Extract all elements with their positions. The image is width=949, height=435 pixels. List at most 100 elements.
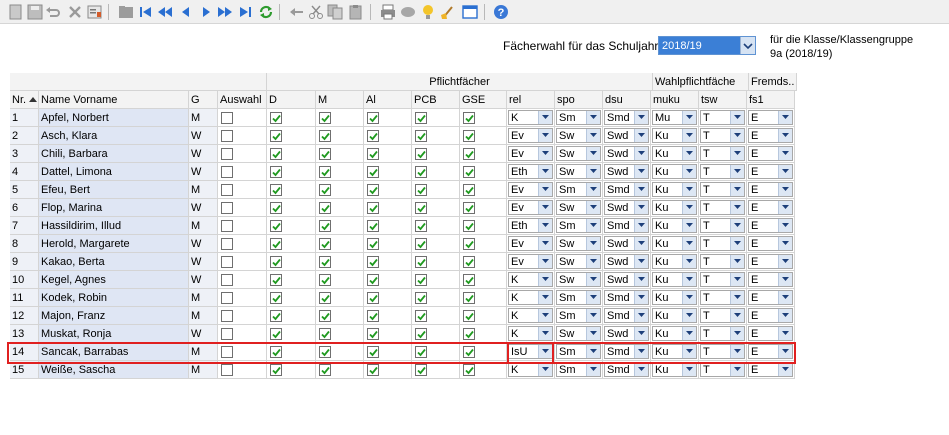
cell-muku[interactable]: Ku [651, 235, 699, 253]
chevron-down-icon[interactable] [586, 273, 600, 286]
checkbox-pcb[interactable] [415, 112, 427, 124]
cell-muku[interactable]: Ku [651, 325, 699, 343]
column-header-pcb[interactable]: PCB [412, 91, 460, 109]
select-dsu[interactable]: Swd [604, 236, 649, 251]
cell-auswahl[interactable] [218, 217, 267, 235]
select-fs1[interactable]: E [748, 164, 793, 179]
checkbox-m[interactable] [319, 184, 331, 196]
cell-spo[interactable]: Sm [555, 343, 603, 361]
chevron-down-icon[interactable] [730, 255, 744, 268]
select-fs1[interactable]: E [748, 290, 793, 305]
cell-tsw[interactable]: T [699, 145, 747, 163]
cell-m[interactable] [316, 145, 364, 163]
cell-dsu[interactable]: Swd [603, 127, 651, 145]
select-muku[interactable]: Ku [652, 362, 697, 377]
cell-auswahl[interactable] [218, 361, 267, 379]
chevron-down-icon[interactable] [634, 327, 648, 340]
chevron-down-icon[interactable] [778, 237, 792, 250]
checkbox-gse[interactable] [463, 274, 475, 286]
select-muku[interactable]: Ku [652, 200, 697, 215]
checkbox-pcb[interactable] [415, 256, 427, 268]
column-header-m[interactable]: M [316, 91, 364, 109]
cell-al[interactable] [364, 307, 412, 325]
chevron-down-icon[interactable] [682, 111, 696, 124]
checkbox-d[interactable] [270, 364, 282, 376]
cell-rel[interactable]: Eth [507, 163, 555, 181]
checkbox-al[interactable] [367, 130, 379, 142]
cell-gse[interactable] [460, 343, 507, 361]
chevron-down-icon[interactable] [682, 183, 696, 196]
cell-auswahl[interactable] [218, 199, 267, 217]
next-icon[interactable] [197, 3, 215, 21]
cell-m[interactable] [316, 343, 364, 361]
chevron-down-icon[interactable] [634, 309, 648, 322]
cell-rel[interactable]: K [507, 109, 555, 127]
checkbox-al[interactable] [367, 184, 379, 196]
column-header-auswahl[interactable]: Auswahl [218, 91, 267, 109]
column-header-fs1[interactable]: fs1 [747, 91, 795, 109]
chevron-down-icon[interactable] [778, 147, 792, 160]
cell-gse[interactable] [460, 361, 507, 379]
cut-icon[interactable] [307, 3, 325, 21]
checkbox-auswahl[interactable] [221, 256, 233, 268]
select-rel[interactable]: Eth [508, 164, 553, 179]
select-rel[interactable]: K [508, 110, 553, 125]
select-rel[interactable]: K [508, 362, 553, 377]
checkbox-gse[interactable] [463, 346, 475, 358]
checkbox-al[interactable] [367, 364, 379, 376]
chevron-down-icon[interactable] [730, 273, 744, 286]
cell-pcb[interactable] [412, 235, 460, 253]
chevron-down-icon[interactable] [778, 165, 792, 178]
checkbox-pcb[interactable] [415, 274, 427, 286]
cell-rel[interactable]: K [507, 271, 555, 289]
checkbox-pcb[interactable] [415, 328, 427, 340]
chevron-down-icon[interactable] [538, 309, 552, 322]
chevron-down-icon[interactable] [778, 291, 792, 304]
cell-d[interactable] [267, 235, 316, 253]
checkbox-gse[interactable] [463, 238, 475, 250]
cell-muku[interactable]: Ku [651, 163, 699, 181]
checkbox-m[interactable] [319, 166, 331, 178]
prev-icon[interactable] [177, 3, 195, 21]
cell-pcb[interactable] [412, 361, 460, 379]
select-fs1[interactable]: E [748, 182, 793, 197]
checkbox-auswahl[interactable] [221, 274, 233, 286]
cell-gse[interactable] [460, 235, 507, 253]
cell-muku[interactable]: Ku [651, 289, 699, 307]
chevron-down-icon[interactable] [730, 309, 744, 322]
cell-auswahl[interactable] [218, 163, 267, 181]
chevron-down-icon[interactable] [682, 327, 696, 340]
chevron-down-icon[interactable] [778, 183, 792, 196]
chevron-down-icon[interactable] [730, 111, 744, 124]
cell-d[interactable] [267, 271, 316, 289]
cell-gse[interactable] [460, 163, 507, 181]
checkbox-d[interactable] [270, 346, 282, 358]
cell-muku[interactable]: Ku [651, 271, 699, 289]
chevron-down-icon[interactable] [538, 327, 552, 340]
select-spo[interactable]: Sw [556, 200, 601, 215]
cell-rel[interactable]: K [507, 325, 555, 343]
cell-m[interactable] [316, 289, 364, 307]
cell-m[interactable] [316, 199, 364, 217]
select-fs1[interactable]: E [748, 272, 793, 287]
cell-spo[interactable]: Sm [555, 361, 603, 379]
column-header-rel[interactable]: rel [507, 91, 555, 109]
cell-fs1[interactable]: E [747, 235, 795, 253]
select-muku[interactable]: Ku [652, 236, 697, 251]
chevron-down-icon[interactable] [634, 273, 648, 286]
cell-al[interactable] [364, 253, 412, 271]
cell-d[interactable] [267, 253, 316, 271]
cell-al[interactable] [364, 163, 412, 181]
column-header-dsu[interactable]: dsu [603, 91, 651, 109]
cell-tsw[interactable]: T [699, 109, 747, 127]
cell-tsw[interactable]: T [699, 163, 747, 181]
select-tsw[interactable]: T [700, 110, 745, 125]
chevron-down-icon[interactable] [586, 165, 600, 178]
new-doc-icon[interactable] [7, 3, 25, 21]
select-muku[interactable]: Ku [652, 128, 697, 143]
checkbox-gse[interactable] [463, 184, 475, 196]
cell-fs1[interactable]: E [747, 163, 795, 181]
checkbox-m[interactable] [319, 364, 331, 376]
checkbox-auswahl[interactable] [221, 220, 233, 232]
chevron-down-icon[interactable] [538, 165, 552, 178]
